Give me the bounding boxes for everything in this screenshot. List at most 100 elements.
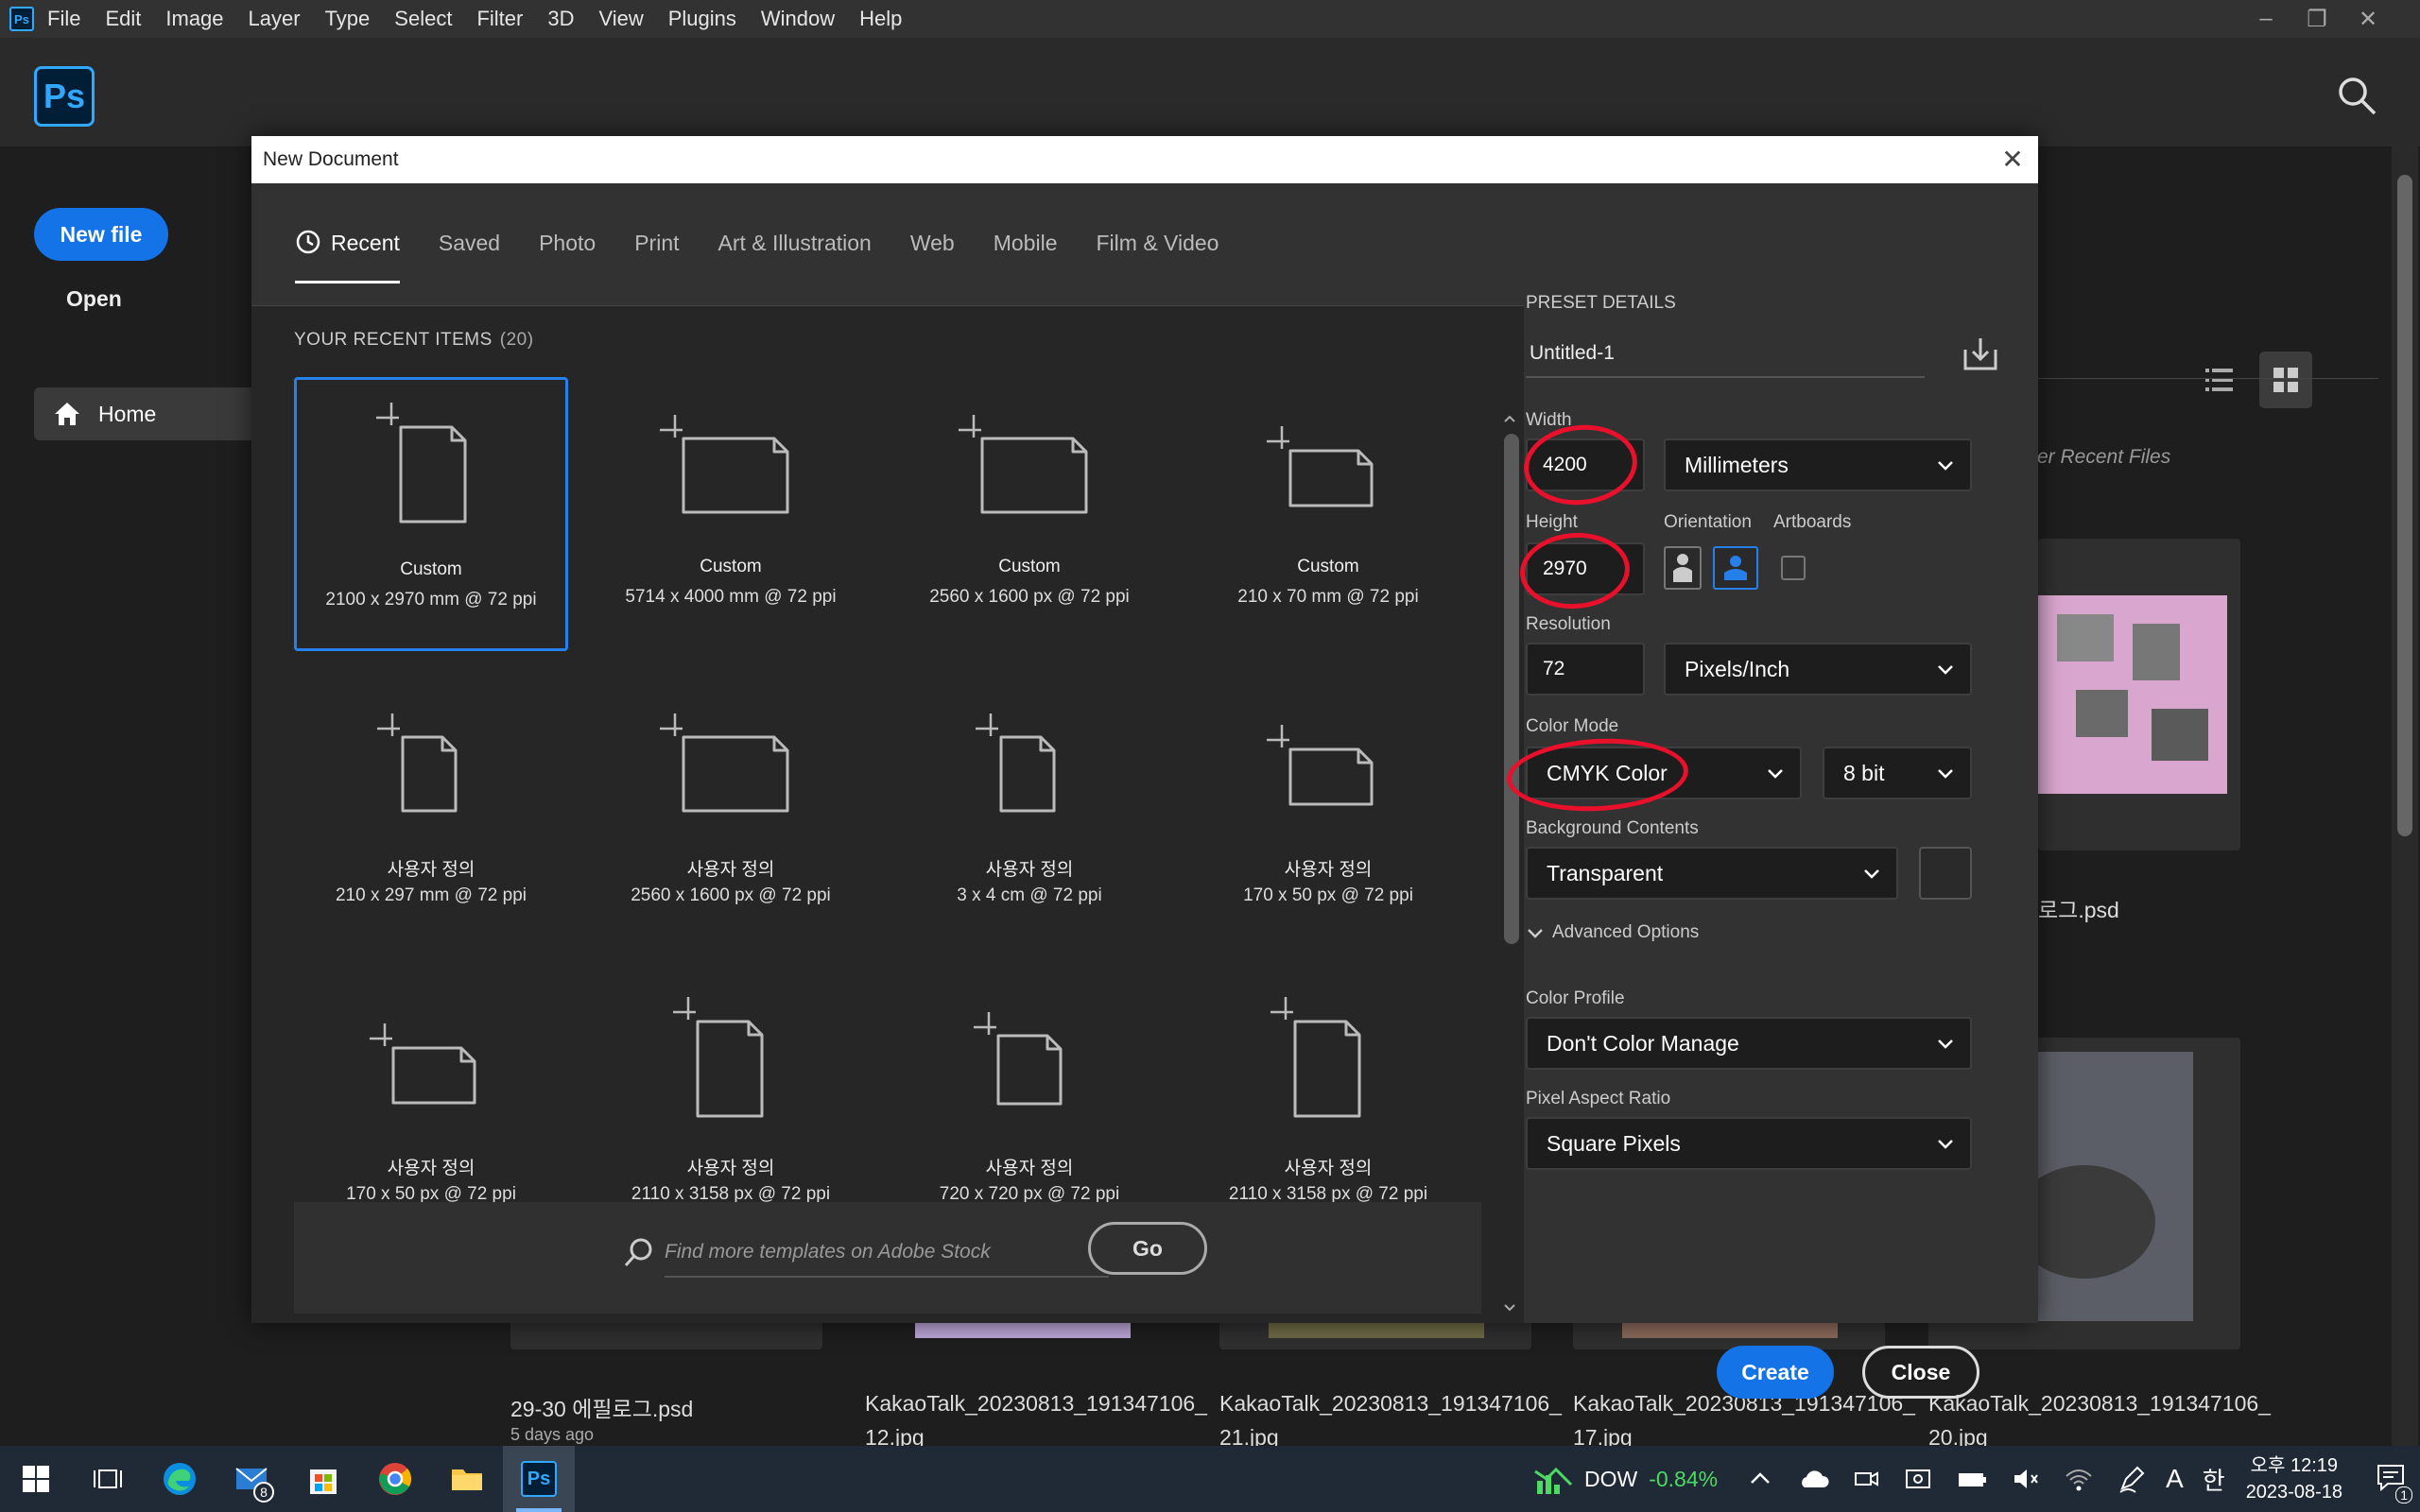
taskbar-file-explorer[interactable] xyxy=(431,1446,503,1512)
taskbar-chrome[interactable] xyxy=(359,1446,431,1512)
file-name[interactable]: 29-30 에필로그.psd xyxy=(510,1391,693,1423)
landscape-orientation-button[interactable] xyxy=(1713,546,1758,590)
home-scrollbar[interactable] xyxy=(2392,146,2418,1446)
clock[interactable]: 오후 12:19 2023-08-18 xyxy=(2246,1452,2342,1505)
background-color-swatch[interactable] xyxy=(1919,847,1972,900)
document-icon xyxy=(376,403,467,524)
menu-plugins[interactable]: Plugins xyxy=(668,7,736,31)
grid-view-button[interactable] xyxy=(2259,352,2312,408)
stock-search-input[interactable] xyxy=(665,1228,1109,1278)
open-button[interactable]: Open xyxy=(66,286,122,312)
menu-image[interactable]: Image xyxy=(165,7,223,31)
resolution-unit-dropdown[interactable]: Pixels/Inch xyxy=(1664,643,1972,696)
taskbar-mail[interactable]: 8 xyxy=(216,1446,287,1512)
chevron-down-icon xyxy=(1938,461,1953,471)
menu-layer[interactable]: Layer xyxy=(249,7,301,31)
meet-now-icon[interactable] xyxy=(1852,1465,1880,1493)
battery-icon[interactable] xyxy=(1956,1465,1988,1493)
pen-icon[interactable] xyxy=(2117,1464,2147,1494)
file-name[interactable]: 로그.psd xyxy=(2038,892,2119,924)
scroll-down-icon[interactable] xyxy=(1499,1298,1520,1317)
recent-item-tile[interactable]: Custom 210 x 70 mm @ 72 ppi xyxy=(1191,377,1465,651)
notifications-button[interactable]: 1 xyxy=(2375,1461,2412,1503)
width-unit-dropdown[interactable]: Millimeters xyxy=(1664,438,1972,491)
recent-item-tile[interactable]: 사용자 정의 170 x 50 px @ 72 ppi xyxy=(1191,676,1465,950)
task-view-button[interactable] xyxy=(72,1446,144,1512)
tab-print[interactable]: Print xyxy=(634,231,679,284)
taskbar-store[interactable] xyxy=(287,1446,359,1512)
menu-3d[interactable]: 3D xyxy=(547,7,574,31)
dialog-close-icon[interactable]: ✕ xyxy=(1998,146,2027,174)
tab-art-illustration[interactable]: Art & Illustration xyxy=(718,231,872,284)
save-preset-icon[interactable] xyxy=(1961,335,2000,374)
tab-mobile[interactable]: Mobile xyxy=(994,231,1058,284)
recent-item-tile[interactable]: Custom 2100 x 2970 mm @ 72 ppi xyxy=(294,377,568,651)
recent-file-thumb[interactable] xyxy=(2038,539,2240,850)
file-name[interactable]: KakaoTalk_20230813_191347106_ xyxy=(1219,1391,1562,1417)
recent-item-tile[interactable]: Custom 5714 x 4000 mm @ 72 ppi xyxy=(594,377,868,651)
menu-help[interactable]: Help xyxy=(859,7,902,31)
start-button[interactable] xyxy=(0,1446,72,1512)
store-icon xyxy=(310,1469,337,1494)
close-window-icon[interactable]: ✕ xyxy=(2342,6,2394,33)
taskbar-photoshop[interactable]: Ps xyxy=(503,1446,575,1512)
scrollbar-thumb[interactable] xyxy=(1504,434,1519,944)
recent-file-thumb[interactable] xyxy=(510,1321,822,1349)
file-name[interactable]: KakaoTalk_20230813_191347106_ xyxy=(1928,1391,2271,1417)
menu-window[interactable]: Window xyxy=(761,7,835,31)
background-contents-dropdown[interactable]: Transparent xyxy=(1526,847,1898,900)
advanced-options-toggle[interactable]: Advanced Options xyxy=(1526,922,1699,943)
go-button[interactable]: Go xyxy=(1088,1222,1207,1275)
resolution-input[interactable]: 72 xyxy=(1526,643,1645,696)
wifi-icon[interactable] xyxy=(2064,1465,2094,1493)
list-view-icon[interactable] xyxy=(2203,363,2237,397)
menu-file[interactable]: File xyxy=(47,7,80,31)
chevron-down-icon xyxy=(1768,769,1783,779)
bit-depth-dropdown[interactable]: 8 bit xyxy=(1823,747,1972,799)
menu-edit[interactable]: Edit xyxy=(105,7,141,31)
scrollbar-thumb[interactable] xyxy=(2397,175,2412,836)
file-name[interactable]: KakaoTalk_20230813_191347106_ xyxy=(865,1391,1207,1417)
portrait-orientation-button[interactable] xyxy=(1664,546,1702,590)
sort-label[interactable]: er Recent Files xyxy=(2037,446,2170,469)
scroll-up-icon[interactable] xyxy=(1499,409,1520,428)
device-icon[interactable] xyxy=(1903,1465,1933,1493)
sidebar-item-home[interactable]: Home xyxy=(34,387,261,440)
restore-icon[interactable]: ❐ xyxy=(2291,6,2342,33)
recent-items-pane: YOUR RECENT ITEMS (20) Custom 2100 x 2970 … xyxy=(251,307,1482,1323)
recent-item-tile[interactable]: 사용자 정의 3 x 4 cm @ 72 ppi xyxy=(892,676,1167,950)
recent-file-thumb[interactable] xyxy=(1928,1321,2240,1349)
recent-item-dimensions: 2560 x 1600 px @ 72 ppi xyxy=(631,885,831,905)
menu-select[interactable]: Select xyxy=(394,7,452,31)
search-icon[interactable] xyxy=(2335,74,2378,117)
tab-film-video[interactable]: Film & Video xyxy=(1097,231,1219,284)
new-file-button[interactable]: New file xyxy=(34,208,168,261)
minimize-icon[interactable]: – xyxy=(2240,6,2291,32)
recent-item-tile[interactable]: Custom 2560 x 1600 px @ 72 ppi xyxy=(892,377,1167,651)
photoshop-app-icon[interactable]: Ps xyxy=(9,7,34,31)
pixel-aspect-ratio-dropdown[interactable]: Square Pixels xyxy=(1526,1117,1972,1170)
stock-widget[interactable]: DOW -0.84% xyxy=(1533,1462,1718,1496)
menu-filter[interactable]: Filter xyxy=(476,7,523,31)
recent-item-tile[interactable]: 사용자 정의 2560 x 1600 px @ 72 ppi xyxy=(594,676,868,950)
tab-web[interactable]: Web xyxy=(910,231,955,284)
onedrive-cloud-icon[interactable] xyxy=(1797,1465,1829,1493)
color-profile-dropdown[interactable]: Don't Color Manage xyxy=(1526,1017,1972,1070)
tab-recent[interactable]: Recent xyxy=(295,230,400,284)
menu-view[interactable]: View xyxy=(598,7,643,31)
artboards-checkbox[interactable] xyxy=(1781,556,1806,580)
menu-type[interactable]: Type xyxy=(325,7,371,31)
taskbar-edge[interactable] xyxy=(144,1446,216,1512)
recent-item-name: Custom xyxy=(700,557,762,576)
recent-items-scrollbar[interactable] xyxy=(1499,405,1520,1327)
create-button[interactable]: Create xyxy=(1717,1346,1834,1399)
recent-item-tile[interactable]: 사용자 정의 210 x 297 mm @ 72 ppi xyxy=(294,676,568,950)
ime-language[interactable]: A xyxy=(2166,1464,2184,1494)
volume-icon[interactable] xyxy=(2011,1465,2041,1493)
tab-photo[interactable]: Photo xyxy=(539,231,596,284)
chevron-up-icon[interactable] xyxy=(1746,1465,1774,1493)
document-name-input[interactable]: Untitled-1 xyxy=(1526,331,1925,378)
ime-mode[interactable]: 한 xyxy=(2203,1462,2225,1497)
tab-saved[interactable]: Saved xyxy=(439,231,500,284)
close-button[interactable]: Close xyxy=(1862,1346,1979,1399)
